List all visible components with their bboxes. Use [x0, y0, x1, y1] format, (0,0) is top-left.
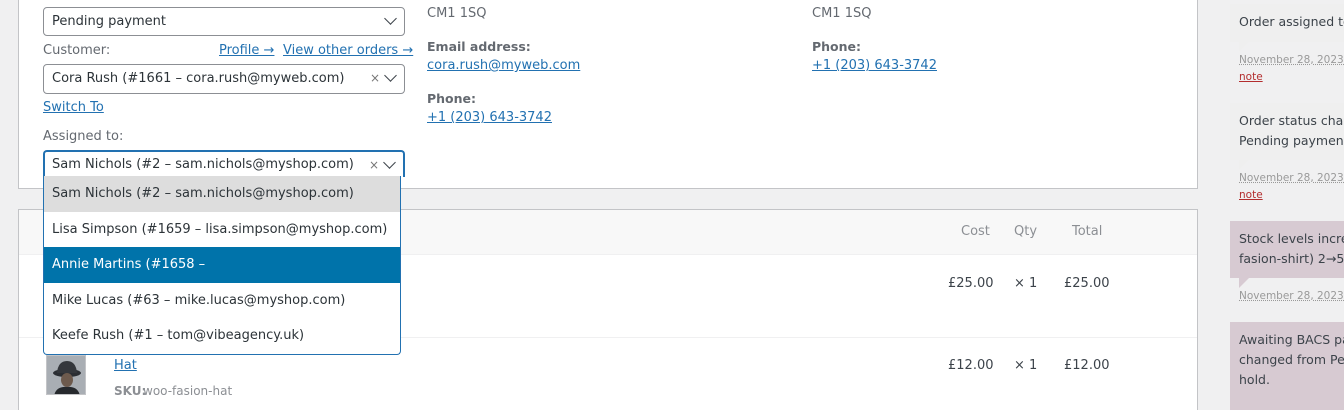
clear-icon[interactable]: × — [370, 65, 380, 92]
note-tail — [1239, 160, 1249, 170]
chevron-down-icon — [383, 156, 396, 169]
note-date: November 28, 2023 a — [1239, 54, 1344, 66]
shipping-postcode: CM1 1SQ — [812, 6, 872, 21]
billing-postcode: CM1 1SQ — [427, 6, 487, 21]
dropdown-option[interactable]: Annie Martins (#1658 – annie.martins@mys… — [44, 247, 400, 307]
chevron-down-icon — [384, 12, 397, 25]
note-text: fasion-shirt) 2→5 — [1239, 251, 1344, 266]
note-text: changed from Per — [1239, 352, 1344, 367]
order-note: Order assigned to — [1230, 4, 1344, 42]
order-note: Stock levels incre fasion-shirt) 2→5 — [1230, 221, 1344, 278]
assigned-to-value: Sam Nichols (#2 – sam.nichols@myshop.com… — [52, 157, 354, 172]
order-notes-sidebar: Order assigned to November 28, 2023 a no… — [1216, 0, 1344, 410]
assigned-to-dropdown: Sam Nichols (#2 – sam.nichols@myshop.com… — [43, 176, 401, 355]
cost-column-header[interactable]: Cost — [961, 224, 990, 239]
item-cost: £25.00 — [948, 276, 994, 291]
item-total: £25.00 — [1064, 276, 1110, 291]
item-sku-label: SKU: — [114, 384, 147, 398]
note-tail — [1239, 42, 1249, 52]
total-column-header[interactable]: Total — [1072, 224, 1102, 239]
note-text: Pending payment. — [1239, 133, 1344, 148]
billing-email-link[interactable]: cora.rush@myweb.com — [427, 58, 580, 73]
note-text: Stock levels incre — [1239, 231, 1344, 246]
item-qty: × 1 — [1014, 276, 1038, 291]
hat-product-thumbnail[interactable] — [46, 355, 86, 395]
assigned-to-select[interactable]: Sam Nichols (#2 – sam.nichols@myshop.com… — [43, 150, 405, 177]
customer-select[interactable]: Cora Rush (#1661 – cora.rush@myweb.com) … — [43, 64, 405, 94]
dropdown-option[interactable]: Sam Nichols (#2 – sam.nichols@myshop.com… — [44, 176, 400, 212]
order-note: Awaiting BACS pa changed from Per hold. — [1230, 322, 1344, 410]
qty-column-header[interactable]: Qty — [1014, 224, 1037, 239]
dropdown-option[interactable]: Keefe Rush (#1 – tom@vibeagency.uk) — [44, 318, 400, 354]
clear-icon[interactable]: × — [369, 152, 379, 178]
note-date: November 28, 2023 a — [1239, 172, 1344, 184]
delete-note-link[interactable]: note — [1239, 71, 1263, 83]
note-tail — [1239, 278, 1249, 288]
chevron-down-icon — [384, 69, 397, 82]
note-text: hold. — [1239, 372, 1270, 387]
dropdown-option[interactable]: Lisa Simpson (#1659 – lisa.simpson@mysho… — [44, 212, 400, 248]
note-text: Order assigned to — [1239, 14, 1344, 29]
customer-profile-link[interactable]: Profile → — [219, 43, 274, 58]
order-note: Order status chan Pending payment. — [1230, 103, 1344, 160]
delete-note-link[interactable]: note — [1239, 189, 1263, 201]
item-total: £12.00 — [1064, 358, 1110, 373]
shipping-phone-label: Phone: — [812, 39, 862, 54]
shipping-phone-link[interactable]: +1 (203) 643-3742 — [812, 58, 937, 73]
dropdown-option[interactable]: Mike Lucas (#63 – mike.lucas@myshop.com) — [44, 283, 400, 319]
note-date: November 28, 2023 a — [1239, 290, 1344, 302]
note-text: Awaiting BACS pa — [1239, 332, 1344, 347]
assigned-to-label: Assigned to: — [43, 129, 124, 144]
view-other-orders-link[interactable]: View other orders → — [283, 43, 413, 58]
order-status-select[interactable]: Pending payment — [43, 7, 405, 36]
billing-phone-link[interactable]: +1 (203) 643-3742 — [427, 110, 552, 125]
billing-email-label: Email address: — [427, 39, 531, 54]
customer-value: Cora Rush (#1661 – cora.rush@myweb.com) — [52, 71, 345, 86]
item-sku: woo-fasion-hat — [143, 384, 233, 398]
switch-to-link[interactable]: Switch To — [43, 100, 104, 115]
item-name-link[interactable]: Hat — [114, 358, 137, 373]
customer-label: Customer: — [43, 43, 111, 58]
note-text: Order status chan — [1239, 113, 1344, 128]
item-cost: £12.00 — [948, 358, 994, 373]
item-qty: × 1 — [1014, 358, 1038, 373]
billing-phone-label: Phone: — [427, 91, 477, 106]
order-status-value: Pending payment — [52, 14, 167, 29]
hat-image — [47, 356, 85, 394]
